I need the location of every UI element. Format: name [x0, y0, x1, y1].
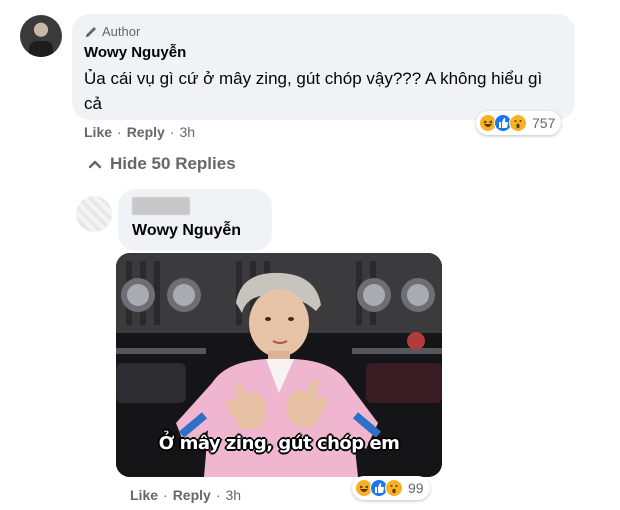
mention-link[interactable]: Wowy Nguyễn: [132, 222, 241, 240]
comment-actions: Like · Reply · 3h: [84, 124, 195, 140]
reply-time[interactable]: 3h: [225, 487, 241, 503]
separator-dot: ·: [215, 487, 221, 503]
reply-avatar-blurred[interactable]: [76, 196, 112, 232]
reply-link[interactable]: Reply: [127, 124, 165, 140]
separator-dot: ·: [163, 487, 168, 503]
chevron-up-icon: [88, 160, 102, 169]
separator-dot: ·: [117, 124, 122, 140]
reply-like-link[interactable]: Like: [130, 487, 158, 503]
reply-actions: Like · Reply · 3h: [130, 487, 241, 503]
author-badge: Author: [84, 24, 140, 39]
reaction-count: 757: [532, 115, 556, 131]
reply-reactions-summary[interactable]: 99: [352, 476, 430, 500]
wow-icon: [385, 479, 403, 497]
comment-time[interactable]: 3h: [179, 124, 195, 140]
comment-bubble: Author Wowy Nguyễn Ủa cái vụ gì cứ ở mây…: [72, 14, 575, 120]
pen-icon: [86, 26, 96, 37]
reply-meme-image[interactable]: Ở mây zing, gút chóp em: [116, 253, 442, 477]
like-link[interactable]: Like: [84, 124, 112, 140]
reactions-summary[interactable]: 757: [476, 111, 562, 135]
separator-dot: ·: [169, 124, 175, 140]
hide-replies-label: Hide 50 Replies: [110, 154, 236, 173]
comment-author-name[interactable]: Wowy Nguyễn: [84, 44, 186, 61]
wow-icon: [509, 114, 527, 132]
hide-replies-button[interactable]: Hide 50 Replies: [88, 154, 236, 174]
reply-bubble: Wowy Nguyễn: [118, 189, 272, 251]
reply-reaction-count: 99: [408, 480, 424, 496]
author-avatar[interactable]: [20, 15, 62, 57]
reply-author-name-blurred[interactable]: [132, 197, 190, 215]
meme-caption: Ở mây zing, gút chóp em: [158, 433, 400, 454]
reply-reply-link[interactable]: Reply: [173, 487, 211, 503]
comment-text: Ủa cái vụ gì cứ ở mây zing, gút chóp vậy…: [84, 69, 543, 113]
author-badge-label: Author: [102, 24, 141, 39]
